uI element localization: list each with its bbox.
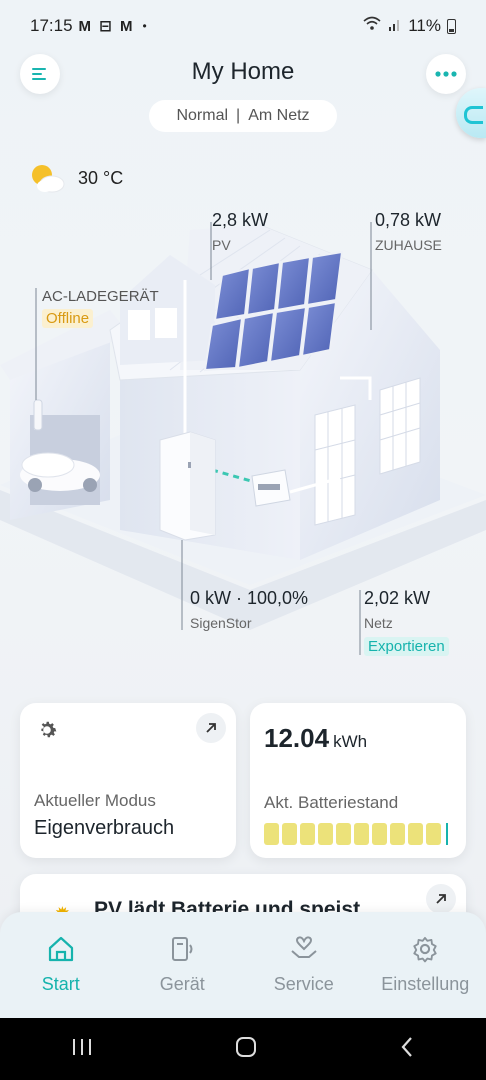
- charger-label: AC-LADEGERÄT: [42, 288, 159, 305]
- storage-readout[interactable]: 0 kW · 100,0% SigenStor: [190, 588, 308, 631]
- status-bar: 17:15 M ⊟ M • 11%: [0, 0, 486, 52]
- more-dots-icon: [435, 71, 457, 77]
- grid-value: 2,02 kW: [364, 588, 431, 608]
- mode-card[interactable]: Aktueller Modus Eigenverbrauch: [20, 703, 236, 858]
- nav-settings[interactable]: Einstellung: [365, 912, 486, 1018]
- home-button-icon[interactable]: [234, 1035, 258, 1064]
- home-icon: [46, 934, 76, 964]
- nav-service[interactable]: Service: [243, 912, 365, 1018]
- grid-label: Netz: [364, 615, 393, 631]
- battery-segment: [264, 823, 279, 845]
- home-value: 0,78 kW: [375, 210, 442, 230]
- battery-segment: [354, 823, 369, 845]
- more-notifications-dot: •: [142, 19, 147, 33]
- battery-card[interactable]: 12.04 kWh Akt. Batteriestand: [250, 703, 466, 858]
- battery-segment: [372, 823, 387, 845]
- battery-segment: [408, 823, 423, 845]
- battery-unit: kWh: [333, 732, 368, 751]
- battery-icon: [447, 18, 456, 34]
- charger-readout[interactable]: AC-LADEGERÄT Offline: [42, 288, 159, 328]
- mode-value: Eigenverbrauch: [34, 817, 175, 839]
- battery-segment: [282, 823, 297, 845]
- system-nav-bar: [0, 1018, 486, 1080]
- grid-status-badge: Exportieren: [364, 637, 449, 656]
- nav-device[interactable]: Gerät: [122, 912, 244, 1018]
- clock: 17:15: [30, 16, 73, 35]
- arrow-up-right-icon: [206, 723, 216, 733]
- nav-start[interactable]: Start: [0, 912, 122, 1018]
- battery-segment: [300, 823, 315, 845]
- recent-apps-icon[interactable]: [71, 1037, 93, 1062]
- house-energy-flow: 2,8 kW PV 0,78 kW ZUHAUSE AC-LADEGERÄT O…: [0, 200, 486, 670]
- more-button[interactable]: [426, 54, 466, 94]
- storage-value: 0 kW · 100,0%: [190, 588, 309, 608]
- status-right: 11%: [362, 16, 456, 37]
- battery-level-marker: [446, 823, 448, 845]
- weather: 30 °C: [28, 162, 123, 194]
- pv-readout[interactable]: 2,8 kW PV: [212, 210, 268, 253]
- pv-open-button[interactable]: [426, 884, 456, 914]
- home-readout[interactable]: 0,78 kW ZUHAUSE: [375, 210, 442, 253]
- arrow-up-right-icon: [436, 894, 446, 904]
- operation-mode: Normal: [176, 107, 229, 124]
- grid-readout[interactable]: 2,02 kW Netz Exportieren: [364, 588, 449, 656]
- battery-segment: [390, 823, 405, 845]
- wifi-icon: [362, 16, 382, 37]
- battery-energy: 12.04 kWh: [264, 723, 367, 754]
- nav-start-label: Start: [41, 974, 80, 994]
- battery-percent: 11%: [408, 16, 441, 35]
- battery-level-bar: [264, 823, 448, 845]
- assistant-tab[interactable]: [456, 88, 486, 138]
- mode-pill[interactable]: Normal | Am Netz: [149, 100, 337, 132]
- bottom-nav: Start Gerät Service Einstellung: [0, 912, 486, 1018]
- notification-icons: M ⊟ M: [78, 18, 135, 35]
- nav-settings-label: Einstellung: [381, 974, 470, 994]
- home-label: ZUHAUSE: [375, 237, 442, 253]
- partly-sunny-icon: [32, 165, 65, 193]
- battery-caption: Akt. Batteriestand: [264, 793, 399, 812]
- signal-icon: [388, 16, 402, 36]
- device-icon: [168, 934, 196, 964]
- battery-segment: [336, 823, 351, 845]
- battery-segment: [426, 823, 441, 845]
- charger-status-badge: Offline: [42, 309, 94, 328]
- battery-amount: 12.04: [264, 723, 330, 753]
- nav-service-label: Service: [273, 974, 334, 994]
- pill-separator: |: [236, 107, 241, 124]
- grid-status: Am Netz: [248, 107, 310, 124]
- mode-open-button[interactable]: [196, 713, 226, 743]
- storage-label: SigenStor: [190, 615, 252, 631]
- pv-label: PV: [212, 237, 231, 253]
- service-icon: [289, 934, 319, 964]
- gear-icon: [411, 934, 439, 964]
- temperature: 30 °C: [78, 167, 124, 188]
- nav-device-label: Gerät: [159, 974, 205, 994]
- page-title: My Home: [191, 58, 295, 85]
- mode-caption: Aktueller Modus: [34, 791, 156, 810]
- gear-icon: [34, 717, 60, 748]
- back-icon[interactable]: [399, 1036, 415, 1063]
- battery-segment: [318, 823, 333, 845]
- pv-value: 2,8 kW: [212, 210, 269, 230]
